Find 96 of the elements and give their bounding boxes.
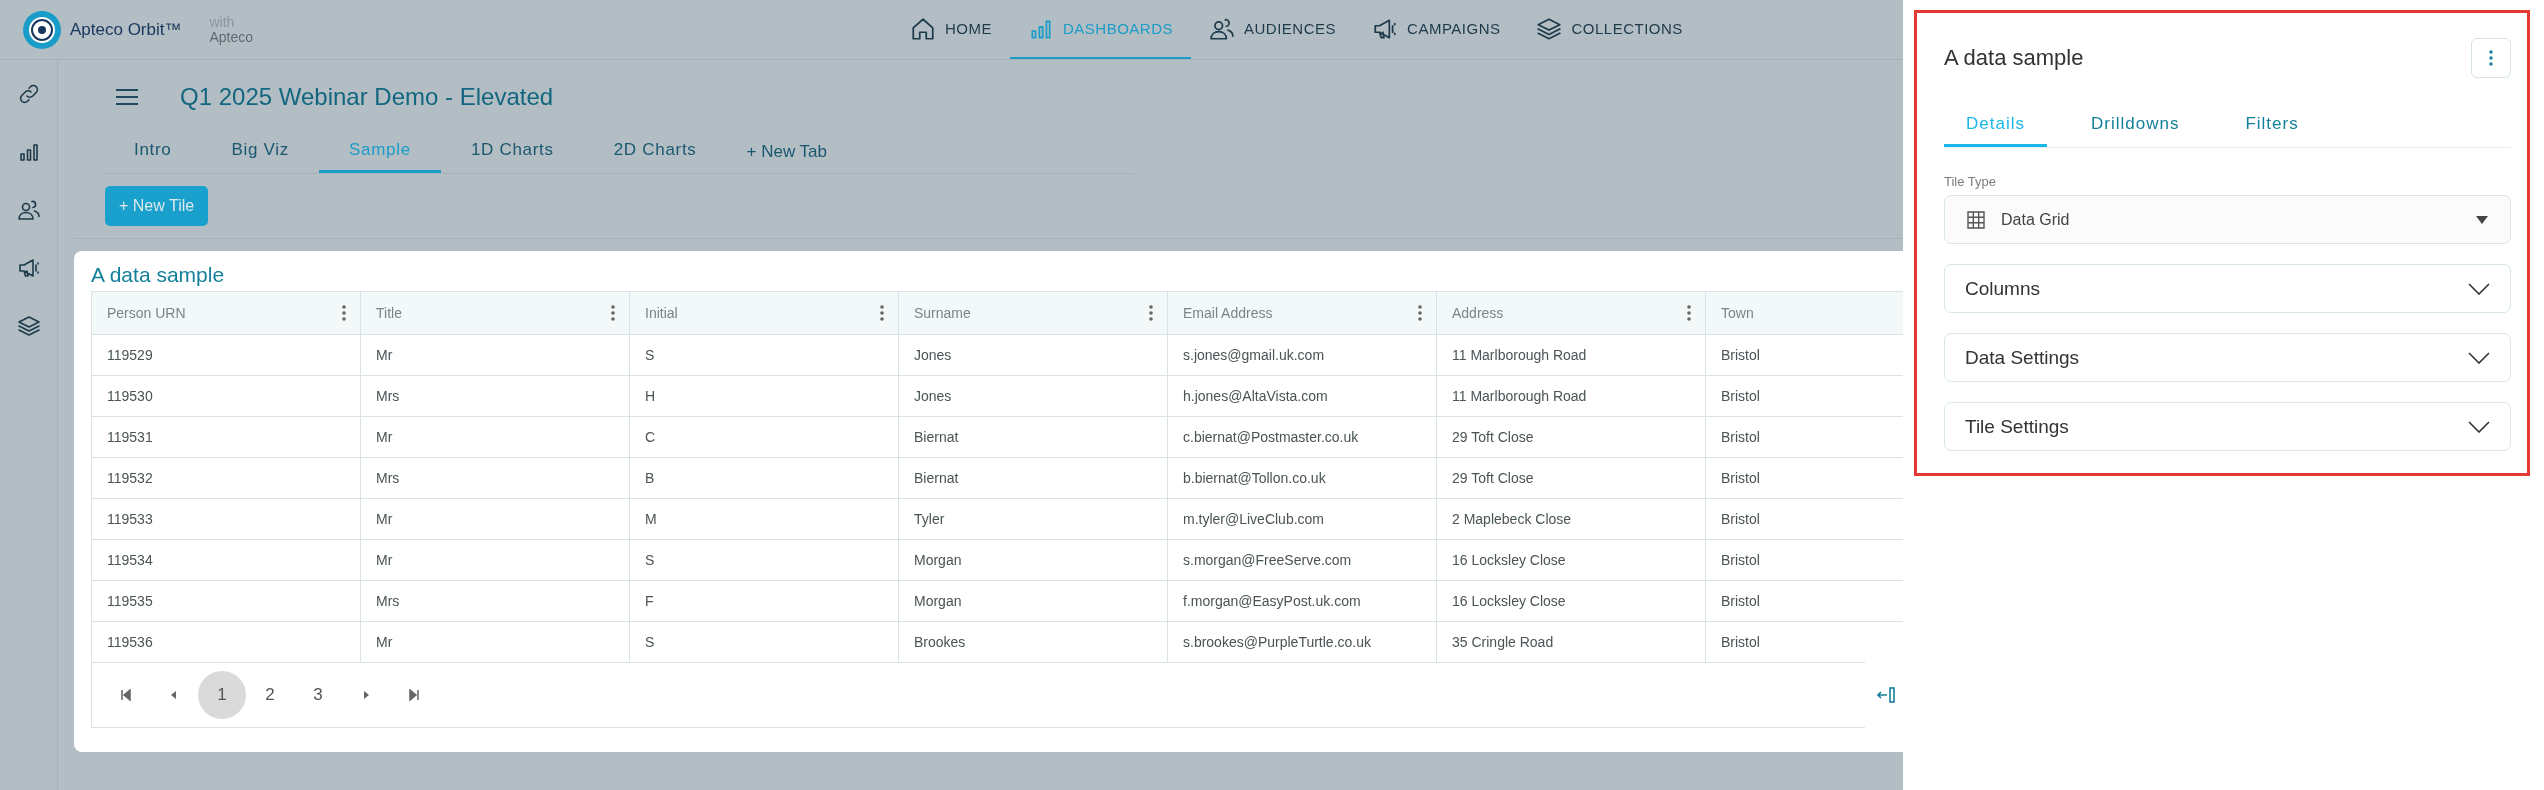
dashboard-tab[interactable]: 1D Charts: [440, 132, 584, 173]
new-tab-button[interactable]: + New Tab: [726, 132, 848, 173]
table-cell: 29 Toft Close: [1437, 417, 1706, 458]
column-label: Person URN: [107, 305, 186, 321]
table-cell: 119531: [92, 417, 361, 458]
grid-icon: [1967, 210, 1985, 229]
table-cell: Brookes: [899, 622, 1168, 663]
table-cell: S: [630, 335, 899, 376]
table-cell: c.biernat@Postmaster.co.uk: [1168, 417, 1437, 458]
table-cell: 119532: [92, 458, 361, 499]
table-cell: Mr: [361, 499, 630, 540]
field-label: Tile Type: [1944, 174, 1998, 189]
table-cell: 119536: [92, 622, 361, 663]
page-button[interactable]: 1: [198, 671, 246, 719]
panel-tab[interactable]: Drilldowns: [2068, 106, 2202, 147]
table-cell: S: [630, 622, 899, 663]
kebab-icon: [2489, 50, 2493, 66]
table-cell: S: [630, 540, 899, 581]
megaphone-icon[interactable]: [16, 256, 41, 280]
column-label: Surname: [914, 305, 971, 321]
table-cell: Morgan: [899, 540, 1168, 581]
table-cell: Mrs: [361, 581, 630, 622]
table-cell: Biernat: [899, 417, 1168, 458]
table-cell: Mr: [361, 622, 630, 663]
table-cell: Jones: [899, 376, 1168, 417]
kebab-icon[interactable]: [1687, 305, 1691, 321]
table-cell: 11 Marlborough Road: [1437, 376, 1706, 417]
panel-title: A data sample: [1944, 45, 2084, 71]
column-label: Email Address: [1183, 305, 1273, 321]
table-cell: 29 Toft Close: [1437, 458, 1706, 499]
table-cell: 2 Maplebeck Close: [1437, 499, 1706, 540]
table-cell: 119529: [92, 335, 361, 376]
dashboard-tab[interactable]: 2D Charts: [583, 132, 727, 173]
table-cell: h.jones@AltaVista.com: [1168, 376, 1437, 417]
column-label: Initial: [645, 305, 678, 321]
table-cell: F: [630, 581, 899, 622]
tile-title: A data sample: [91, 263, 226, 287]
table-cell: Mrs: [361, 458, 630, 499]
table-cell: m.tyler@LiveClub.com: [1168, 499, 1437, 540]
table-cell: f.morgan@EasyPost.uk.com: [1168, 581, 1437, 622]
kebab-icon[interactable]: [1418, 305, 1422, 321]
table-cell: H: [630, 376, 899, 417]
table-cell: s.morgan@FreeServe.com: [1168, 540, 1437, 581]
table-cell: Mr: [361, 335, 630, 376]
kebab-icon[interactable]: [1149, 305, 1153, 321]
arrow-left-icon: [1877, 685, 1897, 705]
nav-link[interactable]: CAMPAIGNS: [1354, 0, 1519, 59]
table-cell: Mrs: [361, 376, 630, 417]
table-cell: s.brookes@PurpleTurtle.co.uk: [1168, 622, 1437, 663]
nav-link[interactable]: AUDIENCES: [1191, 0, 1355, 59]
table-cell: M: [630, 499, 899, 540]
dashboard-tab[interactable]: Intro: [104, 132, 202, 173]
logo-icon: [22, 9, 62, 50]
last-page-icon: [408, 689, 420, 701]
layers-icon[interactable]: [16, 314, 41, 338]
column-label: Town: [1721, 305, 1754, 321]
table-cell: Tyler: [899, 499, 1168, 540]
dashboard-title: Q1 2025 Webinar Demo - Elevated: [180, 83, 554, 111]
nav-link[interactable]: COLLECTIONS: [1518, 0, 1701, 59]
table-cell: B: [630, 458, 899, 499]
table-cell: s.jones@gmail.uk.com: [1168, 335, 1437, 376]
dashboard-tab[interactable]: Big Viz: [201, 132, 320, 173]
tile-type-dropdown[interactable]: Data Grid: [1944, 195, 2511, 244]
table-cell: 119535: [92, 581, 361, 622]
table-cell: 119533: [92, 499, 361, 540]
table-cell: Biernat: [899, 458, 1168, 499]
app-name: Apteco Orbit™: [70, 19, 182, 40]
table-cell: Mr: [361, 540, 630, 581]
table-cell: C: [630, 417, 899, 458]
column-label: Address: [1452, 305, 1504, 321]
kebab-icon[interactable]: [342, 305, 346, 321]
table-cell: Morgan: [899, 581, 1168, 622]
table-cell: Mr: [361, 417, 630, 458]
table-cell: Jones: [899, 335, 1168, 376]
accordion-header[interactable]: Tile Settings: [1944, 402, 2511, 451]
menu-icon[interactable]: [114, 87, 140, 107]
dropdown-arrow-icon: [2476, 215, 2488, 224]
kebab-icon[interactable]: [880, 305, 884, 321]
table-cell: 119530: [92, 376, 361, 417]
table-cell: b.biernat@Tollon.co.uk: [1168, 458, 1437, 499]
brand-name: Apteco: [209, 29, 254, 45]
table-cell: 119534: [92, 540, 361, 581]
table-cell: 16 Locksley Close: [1437, 540, 1706, 581]
table-cell: 16 Locksley Close: [1437, 581, 1706, 622]
accordion-header[interactable]: Columns: [1944, 264, 2511, 313]
panel-tab[interactable]: Filters: [2223, 106, 2321, 147]
table-cell: 11 Marlborough Road: [1437, 335, 1706, 376]
page-button[interactable]: 2: [246, 671, 294, 719]
first-page-icon: [120, 689, 132, 701]
kebab-icon[interactable]: [611, 305, 615, 321]
column-label: Title: [376, 305, 402, 321]
table-cell: 35 Cringle Road: [1437, 622, 1706, 663]
people-icon[interactable]: [16, 198, 41, 222]
nav-link[interactable]: HOME: [892, 0, 1010, 59]
page-button[interactable]: 3: [294, 671, 342, 719]
accordion-header[interactable]: Data Settings: [1944, 333, 2511, 382]
